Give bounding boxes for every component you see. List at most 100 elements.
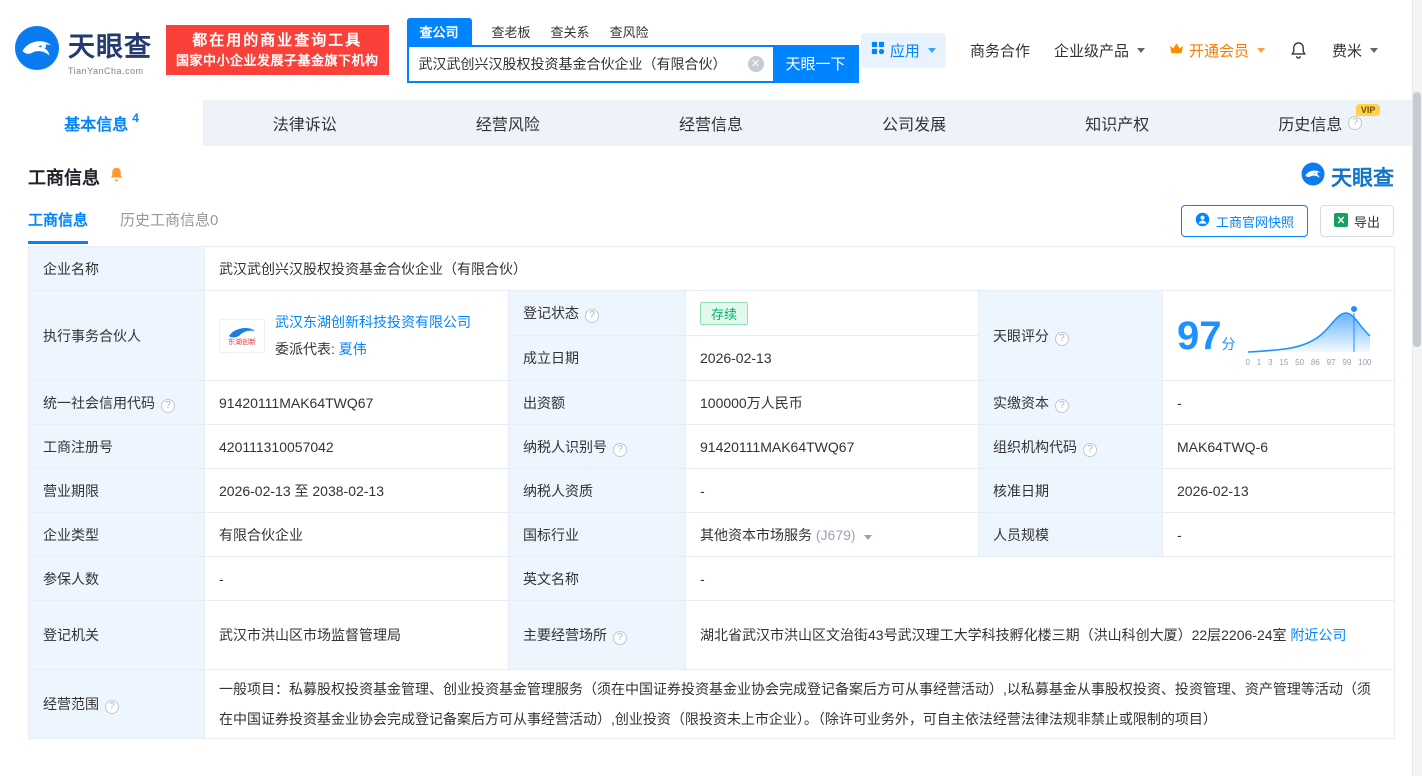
subscribe-bell-icon[interactable] <box>108 166 125 188</box>
tab-operation-label: 经营信息 <box>679 111 743 135</box>
scrollbar-thumb[interactable] <box>1413 92 1421 347</box>
business-info-tabs: 工商信息 历史工商信息0 工商官网快照 导出 <box>0 200 1422 244</box>
clear-search-icon[interactable]: ✕ <box>748 56 764 72</box>
table-row: 企业名称 武汉武创兴汉股权投资基金合伙企业（有限合伙） <box>29 247 1395 291</box>
reg-authority-label: 登记机关 <box>29 601 205 670</box>
tab-legal-proceedings[interactable]: 法律诉讼 <box>203 100 406 146</box>
capital-label: 出资额 <box>509 381 686 425</box>
industry-code: (J679) <box>816 527 856 543</box>
partner-logo: 东湖创新 <box>219 319 265 353</box>
org-code-value: MAK64TWQ-6 <box>1163 425 1395 469</box>
tab-risk-label: 经营风险 <box>476 111 540 135</box>
help-icon[interactable] <box>613 631 627 645</box>
help-icon[interactable] <box>1055 332 1069 346</box>
approval-date-value: 2026-02-13 <box>1163 469 1395 513</box>
user-menu[interactable]: 费米 <box>1332 40 1378 61</box>
chevron-down-icon <box>1137 48 1145 53</box>
capital-value: 100000万人民币 <box>686 381 979 425</box>
search-input-wrap: ✕ <box>407 45 773 83</box>
tianyancha-company-page: 天眼查 TianYanCha.com 都在用的商业查询工具 国家中小企业发展子基… <box>0 0 1422 776</box>
search-input[interactable] <box>409 56 773 72</box>
vertical-scrollbar[interactable] <box>1412 0 1422 776</box>
insured-count-value: - <box>205 557 509 601</box>
tab-basic-info-label: 基本信息 <box>64 111 128 135</box>
search-tab-risk[interactable]: 查风险 <box>610 18 649 45</box>
paid-capital-value: - <box>1163 381 1395 425</box>
approval-date-label: 核准日期 <box>979 469 1163 513</box>
business-term-label: 营业期限 <box>29 469 205 513</box>
search-tab-relation[interactable]: 查关系 <box>551 18 590 45</box>
industry-name: 其他资本市场服务 <box>700 527 812 543</box>
official-snapshot-button[interactable]: 工商官网快照 <box>1181 205 1308 237</box>
tab-history-business-info[interactable]: 历史工商信息0 <box>120 209 218 244</box>
chevron-down-icon <box>1370 48 1378 53</box>
help-icon[interactable] <box>105 700 119 714</box>
help-icon[interactable] <box>585 309 599 323</box>
score-label-text: 天眼评分 <box>993 328 1049 344</box>
cooperation-label: 商务合作 <box>970 40 1030 61</box>
tab-history-info[interactable]: VIP 历史信息 <box>1219 100 1422 146</box>
english-name-label: 英文名称 <box>509 557 686 601</box>
tab-basic-info[interactable]: 基本信息 4 <box>0 100 203 146</box>
search-tab-boss[interactable]: 查老板 <box>492 18 531 45</box>
taxpayer-id-value: 91420111MAK64TWQ67 <box>686 425 979 469</box>
business-term-value: 2026-02-13 至 2038-02-13 <box>205 469 509 513</box>
table-row: 工商注册号 420111310057042 纳税人识别号 91420111MAK… <box>29 425 1395 469</box>
address-text: 湖北省武汉市洪山区文治街43号武汉理工大学科技孵化楼三期（洪山科创大厦）22层2… <box>700 627 1287 643</box>
tab-history-label: 历史信息 <box>1278 111 1342 135</box>
company-name-label: 企业名称 <box>29 247 205 291</box>
reg-number-value: 420111310057042 <box>205 425 509 469</box>
help-icon[interactable] <box>1055 399 1069 413</box>
tab-ip-label: 知识产权 <box>1085 111 1149 135</box>
search-button[interactable]: 天眼一下 <box>773 45 859 83</box>
tab-intellectual-property[interactable]: 知识产权 <box>1016 100 1219 146</box>
nearby-companies-link[interactable]: 附近公司 <box>1290 627 1346 643</box>
help-icon[interactable] <box>161 399 175 413</box>
search-area: 查公司 查老板 查关系 查风险 ✕ 天眼一下 <box>407 18 859 83</box>
business-cooperation-link[interactable]: 商务合作 <box>970 40 1030 61</box>
tab-basic-info-count: 4 <box>132 111 139 125</box>
tianyancha-logo[interactable]: 天眼查 TianYanCha.com <box>14 25 152 76</box>
table-row: 登记机关 武汉市洪山区市场监督管理局 主要经营场所 湖北省武汉市洪山区文治街43… <box>29 601 1395 670</box>
crown-icon <box>1169 42 1184 59</box>
tab-company-development[interactable]: 公司发展 <box>813 100 1016 146</box>
open-vip-menu[interactable]: 开通会员 <box>1169 40 1265 61</box>
notification-bell[interactable] <box>1289 41 1308 60</box>
company-section-nav: 基本信息 4 法律诉讼 经营风险 经营信息 公司发展 知识产权 VIP 历史信息 <box>0 100 1422 146</box>
header-right-nav: 应用 商务合作 企业级产品 开通会员 费米 <box>861 33 1408 68</box>
business-address-label-text: 主要经营场所 <box>523 627 607 643</box>
english-name-value: - <box>686 557 1395 601</box>
help-icon[interactable] <box>613 443 627 457</box>
reg-status-label: 登记状态 <box>509 291 686 336</box>
apps-grid-icon <box>871 41 885 59</box>
apps-menu[interactable]: 应用 <box>861 33 946 68</box>
help-icon[interactable] <box>1348 116 1362 130</box>
enterprise-products-menu[interactable]: 企业级产品 <box>1054 40 1145 61</box>
tianyancha-watermark: 天眼查 <box>1301 162 1394 192</box>
promo-banner: 都在用的商业查询工具 国家中小企业发展子基金旗下机构 <box>166 25 389 75</box>
help-icon[interactable] <box>1083 443 1097 457</box>
executive-partner-label: 执行事务合伙人 <box>29 291 205 381</box>
org-code-label-text: 组织机构代码 <box>993 439 1077 455</box>
top-header: 天眼查 TianYanCha.com 都在用的商业查询工具 国家中小企业发展子基… <box>0 0 1422 100</box>
watermark-text: 天眼查 <box>1331 162 1394 192</box>
partner-company-link[interactable]: 武汉东湖创新科技投资有限公司 <box>275 312 471 332</box>
chevron-down-icon <box>1257 48 1265 53</box>
chevron-down-icon[interactable] <box>864 535 872 540</box>
org-code-label: 组织机构代码 <box>979 425 1163 469</box>
export-button[interactable]: 导出 <box>1320 205 1394 237</box>
banner-line1: 都在用的商业查询工具 <box>176 33 379 48</box>
business-address-label: 主要经营场所 <box>509 601 686 670</box>
tab-operation-info[interactable]: 经营信息 <box>609 100 812 146</box>
score-axis: 0131550869799100 <box>1246 358 1372 367</box>
taxpayer-quality-value: - <box>686 469 979 513</box>
tab-business-info[interactable]: 工商信息 <box>28 209 88 244</box>
table-row: 参保人数 - 英文名称 - <box>29 557 1395 601</box>
rep-name-link[interactable]: 夏伟 <box>339 341 367 357</box>
tab-operation-risk[interactable]: 经营风险 <box>406 100 609 146</box>
reg-authority-value: 武汉市洪山区市场监督管理局 <box>205 601 509 670</box>
open-vip-label: 开通会员 <box>1189 40 1249 61</box>
score-cell[interactable]: 97分 0131550869799100 <box>1163 291 1395 381</box>
search-tab-company[interactable]: 查公司 <box>407 18 472 45</box>
credit-code-label-text: 统一社会信用代码 <box>43 395 155 411</box>
